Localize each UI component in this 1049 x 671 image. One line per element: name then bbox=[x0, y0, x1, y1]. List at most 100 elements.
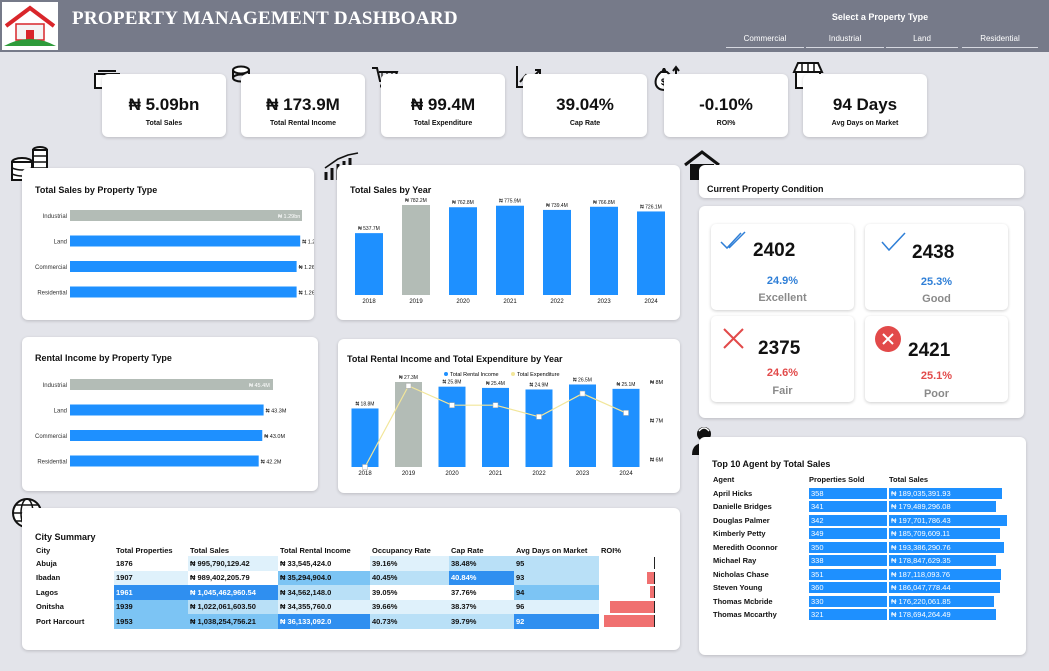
table-row[interactable]: Steven Young 360 ₦ 186,047,778.44 bbox=[713, 581, 1014, 595]
table-row[interactable]: Douglas Palmer 342 ₦ 197,701,786.43 bbox=[713, 514, 1014, 528]
bar bbox=[70, 379, 273, 390]
bar bbox=[70, 430, 263, 441]
cell-sold: 321 bbox=[809, 608, 889, 622]
sold-bar: 350 bbox=[809, 541, 887, 553]
cell-cap: 37.76% bbox=[449, 585, 514, 600]
data-label: ₦ 42.2M bbox=[261, 460, 282, 466]
cell-sold: 338 bbox=[809, 554, 889, 568]
data-label: ₦ 1.28bn bbox=[302, 240, 314, 246]
rental-by-type-chart: Industrial ₦ 45.4M Land ₦ 43.3M Commercial ₦ … bbox=[35, 379, 287, 467]
cell-sales: ₦ 1,038,254,756.21 bbox=[188, 614, 278, 629]
condition-count: 2402 bbox=[753, 240, 796, 261]
condition-count: 2375 bbox=[758, 338, 801, 359]
col-header-city[interactable]: City bbox=[34, 544, 114, 556]
data-label: ₦ 25.1M bbox=[617, 382, 636, 388]
table-row[interactable]: Nicholas Chase 351 ₦ 187,118,093.76 bbox=[713, 568, 1014, 582]
table-row[interactable]: Port Harcourt 1953 ₦ 1,038,254,756.21 ₦ 36,… bbox=[34, 614, 657, 629]
check-icon bbox=[881, 232, 906, 252]
cell-rental: ₦ 33,545,424.0 bbox=[278, 556, 370, 571]
col-header-days[interactable]: Avg Days on Market bbox=[514, 544, 599, 556]
table-row[interactable]: Abuja 1876 ₦ 995,790,129.42 ₦ 33,545,424.0 3… bbox=[34, 556, 657, 571]
table-row[interactable]: Onitsha 1939 ₦ 1,022,061,603.50 ₦ 34,355,76… bbox=[34, 599, 657, 614]
data-label: ₦ 18.8M bbox=[356, 401, 375, 407]
col-header-sales[interactable]: Total Sales bbox=[188, 544, 278, 556]
data-label: ₦ 26.5M bbox=[573, 377, 592, 383]
cell-props: 1907 bbox=[114, 570, 188, 585]
tick-label: 2022 bbox=[550, 299, 564, 305]
tick-label: 2019 bbox=[409, 299, 423, 305]
cell-sales: ₦ 197,701,786.43 bbox=[889, 514, 1014, 528]
tick-label: 2018 bbox=[362, 299, 376, 305]
slicer-option-land[interactable]: Land bbox=[886, 30, 958, 48]
cell-props: 1953 bbox=[114, 614, 188, 629]
cell-sold: 351 bbox=[809, 568, 889, 582]
condition-card-fair: 2375 24.6% Fair bbox=[711, 316, 854, 402]
condition-count: 2438 bbox=[912, 242, 955, 263]
line-marker bbox=[623, 410, 629, 416]
rental-by-type-card: Rental Income by Property Type Industria… bbox=[22, 337, 318, 491]
col-header-cap[interactable]: Cap Rate bbox=[449, 544, 514, 556]
bar bbox=[438, 386, 466, 467]
table-row[interactable]: Meredith Oconnor 350 ₦ 193,386,290.76 bbox=[713, 541, 1014, 555]
tick-label: 2018 bbox=[358, 471, 372, 477]
y2-tick-label: ₦ 8M bbox=[650, 380, 664, 386]
table-row[interactable]: Lagos 1961 ₦ 1,045,462,960.54 ₦ 34,562,148.… bbox=[34, 585, 657, 600]
sold-bar: 351 bbox=[809, 568, 887, 580]
condition-panel: 2402 24.9% Excellent 2438 25.3% Good 237… bbox=[699, 206, 1024, 418]
cell-sales: ₦ 176,220,061.85 bbox=[889, 595, 1014, 609]
cell-rental: ₦ 34,562,148.0 bbox=[278, 585, 370, 600]
col-header-agent[interactable]: Agent bbox=[713, 473, 809, 487]
table-row[interactable]: Danielle Bridges 341 ₦ 179,489,296.08 bbox=[713, 500, 1014, 514]
bar bbox=[70, 235, 301, 247]
cell-roi bbox=[599, 614, 657, 629]
category-label: Land bbox=[54, 409, 67, 415]
data-label: ₦ 766.8M bbox=[593, 200, 615, 206]
cell-sold: 349 bbox=[809, 527, 889, 541]
col-header-total-sales[interactable]: Total Sales bbox=[889, 473, 1014, 487]
col-header-properties-sold[interactable]: Properties Sold bbox=[809, 473, 889, 487]
data-label: ₦ 537.7M bbox=[358, 226, 380, 232]
table-row[interactable]: April Hicks 358 ₦ 189,035,391.93 bbox=[713, 487, 1014, 501]
cell-occ: 39.16% bbox=[370, 556, 449, 571]
table-row[interactable]: Kimberly Petty 349 ₦ 185,709,609.11 bbox=[713, 527, 1014, 541]
sales-bar: ₦ 178,694,264.49 bbox=[889, 609, 996, 621]
roi-bar bbox=[647, 571, 654, 584]
y2-tick-label: ₦ 6M bbox=[650, 457, 664, 463]
cell-agent: Danielle Bridges bbox=[713, 502, 772, 512]
col-header-roi[interactable]: ROI% bbox=[599, 544, 657, 556]
bar bbox=[590, 206, 618, 295]
slicer-option-industrial[interactable]: Industrial bbox=[806, 30, 884, 48]
slicer-option-commercial[interactable]: Commercial bbox=[726, 30, 804, 48]
cell-sales: ₦ 185,709,609.11 bbox=[889, 527, 1014, 541]
condition-percent: 24.6% bbox=[766, 367, 799, 379]
sales-by-type-chart: Industrial ₦ 1.29bn Land ₦ 1.28bn Commercial… bbox=[35, 210, 314, 298]
data-label: ₦ 24.9M bbox=[530, 382, 549, 388]
sales-bar: ₦ 178,847,629.35 bbox=[889, 555, 996, 567]
cell-roi bbox=[599, 571, 657, 586]
sold-bar: 321 bbox=[809, 609, 887, 621]
cell-days: 95 bbox=[514, 556, 599, 571]
chart-title: Total Rental Income and Total Expenditur… bbox=[347, 354, 563, 364]
table-row[interactable]: Thomas Mccarthy 321 ₦ 178,694,264.49 bbox=[713, 608, 1014, 622]
bar bbox=[70, 286, 297, 298]
col-header-rental[interactable]: Total Rental Income bbox=[278, 544, 370, 556]
slicer-option-residential[interactable]: Residential bbox=[962, 30, 1038, 48]
cell-props: 1961 bbox=[114, 585, 188, 600]
cell-roi bbox=[599, 585, 657, 600]
col-header-properties[interactable]: Total Properties bbox=[114, 544, 188, 556]
data-label: ₦ 25.4M bbox=[486, 381, 505, 387]
top-agents-title: Top 10 Agent by Total Sales bbox=[712, 459, 831, 469]
chart-title: Total Sales by Property Type bbox=[35, 185, 158, 195]
sales-bar: ₦ 176,220,061.85 bbox=[889, 595, 995, 607]
kpi-card-roi: -0.10% ROI% bbox=[664, 74, 788, 137]
col-header-occupancy[interactable]: Occupancy Rate bbox=[370, 544, 449, 556]
double-check-icon bbox=[720, 231, 746, 250]
cell-cap: 38.48% bbox=[449, 556, 514, 571]
table-row[interactable]: Michael Ray 338 ₦ 178,847,629.35 bbox=[713, 554, 1014, 568]
table-row[interactable]: Ibadan 1907 ₦ 989,402,205.79 ₦ 35,294,904.0… bbox=[34, 570, 657, 586]
kpi-value: ₦ 5.09bn bbox=[128, 95, 200, 114]
data-label: ₦ 1.29bn bbox=[278, 214, 300, 220]
cell-occ: 39.66% bbox=[370, 599, 449, 614]
table-row[interactable]: Thomas Mcbride 330 ₦ 176,220,061.85 bbox=[713, 595, 1014, 609]
cell-agent: Meredith Oconnor bbox=[713, 542, 778, 552]
